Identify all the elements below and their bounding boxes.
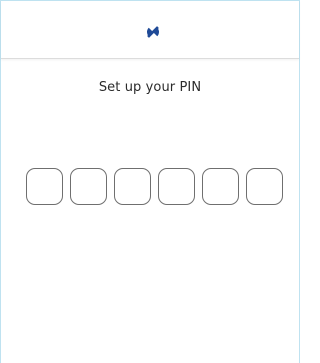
pin-digit-box-4[interactable] xyxy=(158,168,195,205)
app-frame: Set up your PIN xyxy=(0,0,300,363)
pin-digit-box-6[interactable] xyxy=(246,168,283,205)
pin-digit-box-5[interactable] xyxy=(202,168,239,205)
header xyxy=(1,1,299,59)
brand-logo-icon xyxy=(147,26,159,38)
pin-input-group xyxy=(26,168,283,205)
pin-digit-box-1[interactable] xyxy=(26,168,63,205)
pin-digit-box-2[interactable] xyxy=(70,168,107,205)
pin-digit-box-3[interactable] xyxy=(114,168,151,205)
page-title: Set up your PIN xyxy=(98,80,202,95)
